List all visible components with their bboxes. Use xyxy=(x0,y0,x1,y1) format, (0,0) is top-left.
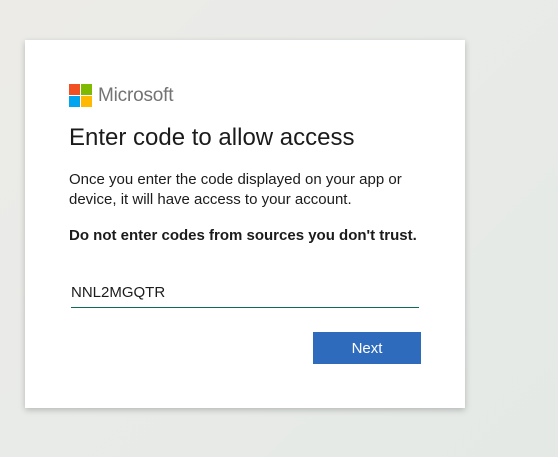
sign-in-card: Microsoft Enter code to allow access Onc… xyxy=(25,40,465,408)
brand-name: Microsoft xyxy=(98,84,174,106)
page-description: Once you enter the code displayed on you… xyxy=(69,171,402,208)
logo-square-yellow xyxy=(81,96,92,107)
logo-square-blue xyxy=(69,96,80,107)
next-button[interactable]: Next xyxy=(313,332,421,364)
logo-square-green xyxy=(81,84,92,95)
page-title: Enter code to allow access xyxy=(69,124,355,151)
logo-square-red xyxy=(69,84,80,95)
microsoft-logo: Microsoft xyxy=(69,84,173,107)
code-input[interactable] xyxy=(71,278,419,308)
security-warning: Do not enter codes from sources you don'… xyxy=(69,227,417,244)
microsoft-logo-icon xyxy=(69,84,92,107)
